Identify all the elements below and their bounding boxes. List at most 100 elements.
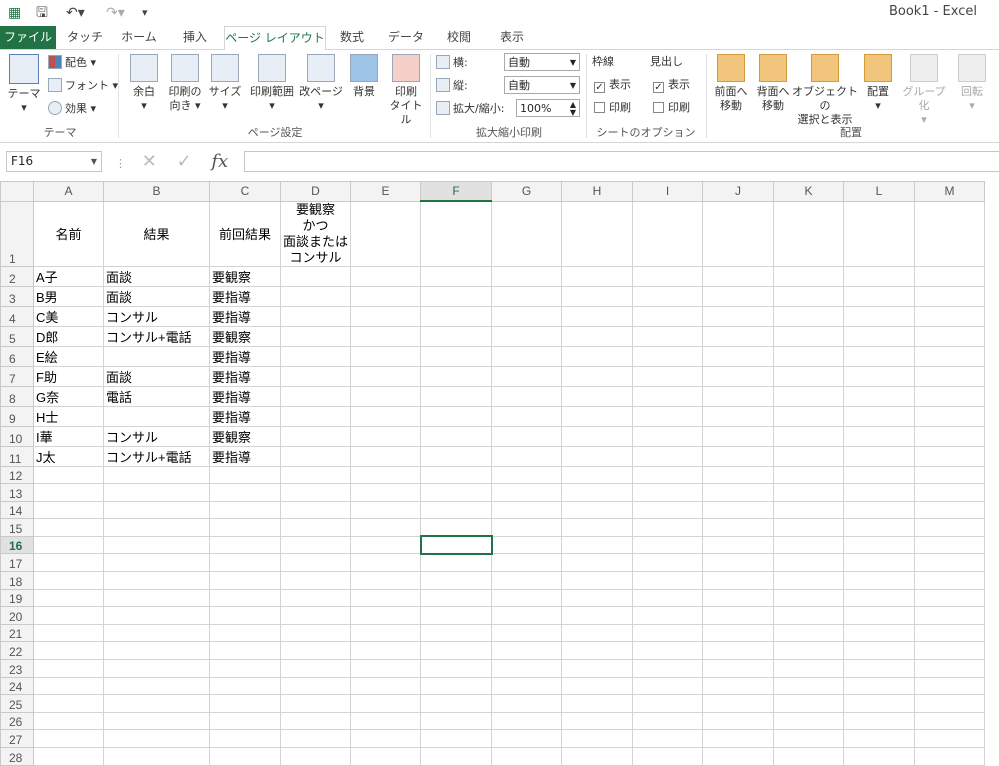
cell[interactable] xyxy=(350,465,421,485)
cell[interactable] xyxy=(843,588,915,608)
cell[interactable] xyxy=(632,606,703,625)
cell[interactable] xyxy=(209,676,281,696)
cell[interactable] xyxy=(350,445,421,467)
cell[interactable] xyxy=(914,265,985,287)
cell[interactable] xyxy=(491,465,562,485)
cell[interactable] xyxy=(491,676,562,696)
headings-print-checkbox[interactable]: 印刷 xyxy=(653,99,690,117)
cell[interactable] xyxy=(632,711,703,731)
cell[interactable] xyxy=(561,588,633,608)
cell[interactable] xyxy=(280,483,351,502)
cell[interactable] xyxy=(280,623,351,643)
row-header[interactable]: 5 xyxy=(0,325,34,347)
cell[interactable] xyxy=(702,345,774,367)
cell[interactable] xyxy=(33,588,104,608)
cell[interactable] xyxy=(103,623,210,643)
cell[interactable]: I華 xyxy=(33,425,104,447)
cell[interactable] xyxy=(280,425,351,447)
cell[interactable] xyxy=(561,405,633,427)
cell[interactable] xyxy=(350,588,421,608)
cell[interactable] xyxy=(773,265,844,287)
cell[interactable] xyxy=(702,553,774,573)
cell[interactable] xyxy=(702,694,774,713)
background-button[interactable]: 背景 xyxy=(346,54,382,99)
cell[interactable] xyxy=(702,659,774,678)
cell[interactable] xyxy=(914,588,985,608)
cell[interactable]: A子 xyxy=(33,265,104,287)
cell[interactable] xyxy=(773,483,844,502)
cell[interactable] xyxy=(632,345,703,367)
cell[interactable] xyxy=(632,385,703,407)
cell[interactable] xyxy=(491,694,562,713)
cell[interactable] xyxy=(702,385,774,407)
cell[interactable] xyxy=(209,747,281,766)
cell[interactable] xyxy=(103,747,210,766)
cell[interactable] xyxy=(561,747,633,766)
cell[interactable] xyxy=(702,445,774,467)
cell[interactable]: コンサル xyxy=(103,305,210,327)
cell[interactable]: 要観察 xyxy=(209,265,281,287)
row-header[interactable]: 25 xyxy=(0,694,34,713)
row-header[interactable]: 8 xyxy=(0,385,34,407)
row-header[interactable]: 11 xyxy=(0,445,34,467)
margins-button[interactable]: 余白 ▾ xyxy=(126,54,162,113)
cell[interactable] xyxy=(103,500,210,520)
cell[interactable] xyxy=(420,445,492,467)
cell[interactable] xyxy=(773,425,844,447)
column-header[interactable]: E xyxy=(350,181,421,202)
cell[interactable] xyxy=(843,405,915,427)
cell[interactable] xyxy=(491,659,562,678)
cell[interactable] xyxy=(773,518,844,537)
row-header[interactable]: 12 xyxy=(0,465,34,485)
cell[interactable] xyxy=(350,676,421,696)
column-header[interactable]: F xyxy=(420,181,492,202)
undo-icon[interactable]: ↶▾ xyxy=(66,4,85,22)
cell[interactable] xyxy=(632,588,703,608)
cell[interactable] xyxy=(491,445,562,467)
cell[interactable] xyxy=(702,500,774,520)
cell[interactable] xyxy=(773,405,844,427)
header-cell-condition[interactable]: 要観察 かつ 面談または コンサル xyxy=(280,200,351,267)
cell[interactable] xyxy=(280,588,351,608)
cell[interactable] xyxy=(280,711,351,731)
cell[interactable] xyxy=(420,325,492,347)
cell[interactable] xyxy=(702,623,774,643)
cell[interactable] xyxy=(33,571,104,590)
cell[interactable]: コンサル+電話 xyxy=(103,325,210,347)
effects-button[interactable]: 効果 ▾ xyxy=(48,100,96,118)
cell[interactable] xyxy=(103,676,210,696)
cell[interactable]: 要観察 xyxy=(209,325,281,347)
cell[interactable]: 要指導 xyxy=(209,365,281,387)
cell[interactable] xyxy=(773,623,844,643)
height-select[interactable]: 自動 ▼ xyxy=(504,76,580,94)
enter-icon[interactable]: ✓ xyxy=(177,151,192,172)
cell[interactable] xyxy=(491,285,562,307)
cell[interactable] xyxy=(33,535,104,555)
cell[interactable] xyxy=(103,659,210,678)
cell[interactable] xyxy=(914,465,985,485)
cell[interactable] xyxy=(843,676,915,696)
cell[interactable] xyxy=(632,285,703,307)
cell[interactable] xyxy=(350,659,421,678)
themes-button[interactable]: テーマ ▾ xyxy=(6,54,42,115)
cell[interactable] xyxy=(350,345,421,367)
row-header[interactable]: 17 xyxy=(0,553,34,573)
cell[interactable]: 面談 xyxy=(103,265,210,287)
cell[interactable] xyxy=(280,641,351,661)
cell[interactable] xyxy=(103,405,210,427)
cell[interactable] xyxy=(702,606,774,625)
column-header[interactable]: L xyxy=(843,181,915,202)
cell[interactable] xyxy=(702,676,774,696)
cell[interactable] xyxy=(350,641,421,661)
cell[interactable] xyxy=(280,465,351,485)
cell[interactable] xyxy=(702,588,774,608)
cell[interactable] xyxy=(843,711,915,731)
cell[interactable] xyxy=(914,747,985,766)
cell[interactable]: D郎 xyxy=(33,325,104,347)
cell[interactable]: C美 xyxy=(33,305,104,327)
cell[interactable] xyxy=(280,676,351,696)
tab-data[interactable]: データ xyxy=(384,26,428,49)
cell[interactable] xyxy=(280,535,351,555)
cell[interactable] xyxy=(632,500,703,520)
cell[interactable] xyxy=(280,385,351,407)
